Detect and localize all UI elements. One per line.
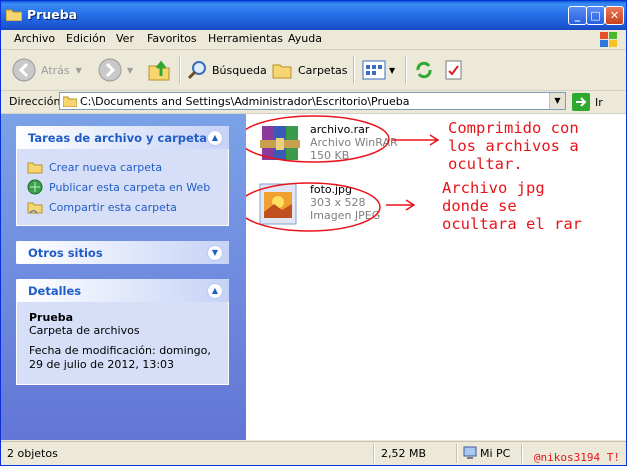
annotation-jpg: Archivo jpg donde se ocultara el rar <box>442 179 582 233</box>
watermark: @nikos3194 T! <box>533 451 620 464</box>
task-publish-web[interactable]: Publicar esta carpeta en Web <box>27 177 218 197</box>
menu-favoritos[interactable]: Favoritos <box>147 32 197 45</box>
file-list: archivo.rar Archivo WinRAR 150 KB foto.j… <box>246 114 626 440</box>
task-share-folder[interactable]: Compartir esta carpeta <box>27 197 218 217</box>
maximize-button[interactable]: □ <box>586 6 605 25</box>
details-panel: Detalles ▲ Prueba Carpeta de archivos Fe… <box>16 279 229 385</box>
folder-icon <box>63 96 77 107</box>
status-object-count: 2 objetos <box>7 447 58 460</box>
checklist-icon <box>445 60 462 80</box>
globe-icon <box>27 179 43 195</box>
explorer-window: Prueba _ □ ✕ Archivo Edición Ver Favorit… <box>0 0 627 466</box>
details-title: Detalles <box>28 284 82 298</box>
go-arrow-icon <box>572 93 590 111</box>
address-dropdown[interactable]: ▼ <box>549 93 565 109</box>
tasks-panel-body: Crear nueva carpeta Publicar esta carpet… <box>16 149 229 226</box>
menu-ver[interactable]: Ver <box>116 32 134 45</box>
windows-logo-icon <box>600 32 617 47</box>
sync-button[interactable] <box>413 56 435 84</box>
other-places-panel: Otros sitios ▼ <box>16 241 229 264</box>
details-body: Prueba Carpeta de archivos Fecha de modi… <box>16 302 229 385</box>
search-button[interactable]: Búsqueda <box>187 56 267 84</box>
task-pane: Tareas de archivo y carpeta ▲ Crear nuev… <box>1 114 246 440</box>
views-icon <box>362 60 386 80</box>
sync-icon <box>416 61 432 79</box>
share-folder-icon <box>27 202 43 214</box>
go-button[interactable]: Ir <box>572 93 603 111</box>
minimize-button[interactable]: _ <box>568 6 587 25</box>
toolbar: Atrás ▼ ▼ Búsqueda Carpetas ▼ <box>1 50 626 91</box>
up-folder-icon <box>148 60 170 81</box>
search-label: Búsqueda <box>212 63 267 77</box>
address-bar: Dirección C:\Documents and Settings\Admi… <box>1 91 626 114</box>
status-size: 2,52 MB <box>381 447 427 460</box>
up-folder-button[interactable] <box>147 56 171 84</box>
folder-icon <box>6 9 22 21</box>
details-type: Carpeta de archivos <box>29 324 140 337</box>
window-title: Prueba <box>27 7 78 22</box>
chevron-up-icon[interactable]: ▲ <box>207 130 223 146</box>
forward-button[interactable]: ▼ <box>97 56 133 84</box>
back-label: Atrás <box>41 63 70 77</box>
details-modified: Fecha de modificación: domingo, 29 de ju… <box>29 344 211 371</box>
details-header[interactable]: Detalles ▲ <box>16 279 229 302</box>
annotation-arrow-rar <box>392 134 440 146</box>
task-label: Compartir esta carpeta <box>49 200 177 214</box>
forward-arrow-icon <box>98 58 122 82</box>
details-name: Prueba <box>29 311 74 324</box>
task-label: Crear nueva carpeta <box>49 160 163 174</box>
task-label: Publicar esta carpeta en Web <box>49 180 211 194</box>
annotation-rar: Comprimido con los archivos a ocultar. <box>448 119 579 173</box>
task-new-folder[interactable]: Crear nueva carpeta <box>27 157 218 177</box>
address-input[interactable]: C:\Documents and Settings\Administrador\… <box>59 92 566 110</box>
chevron-up-icon[interactable]: ▲ <box>207 283 223 299</box>
tasks-panel-header[interactable]: Tareas de archivo y carpeta ▲ <box>16 126 229 149</box>
annotation-circle-jpg <box>246 182 381 232</box>
status-bar: 2 objetos 2,52 MB Mi PC <box>1 441 626 465</box>
other-places-header[interactable]: Otros sitios ▼ <box>16 241 229 264</box>
tasks-panel: Tareas de archivo y carpeta ▲ Crear nuev… <box>16 126 229 226</box>
status-location: Mi PC <box>480 447 511 460</box>
menu-archivo[interactable]: Archivo <box>14 32 55 45</box>
my-computer-icon <box>463 446 477 459</box>
close-button[interactable]: ✕ <box>605 6 624 25</box>
back-arrow-icon <box>12 58 36 82</box>
tasks-panel-title: Tareas de archivo y carpeta <box>28 131 208 145</box>
title-bar[interactable]: Prueba _ □ ✕ <box>1 1 626 30</box>
go-label: Ir <box>595 95 603 109</box>
folders-label: Carpetas <box>298 63 348 77</box>
checklist-button[interactable] <box>443 56 465 84</box>
views-button[interactable]: ▼ <box>362 56 395 84</box>
back-button[interactable]: Atrás ▼ <box>11 56 82 84</box>
annotation-arrow-jpg <box>386 199 416 211</box>
address-label: Dirección <box>9 95 61 108</box>
search-icon <box>187 61 206 80</box>
menu-edicion[interactable]: Edición <box>66 32 106 45</box>
menu-ayuda[interactable]: Ayuda <box>288 32 322 45</box>
folders-button[interactable]: Carpetas <box>271 56 347 84</box>
menu-bar: Archivo Edición Ver Favoritos Herramient… <box>1 30 626 50</box>
menu-herramientas[interactable]: Herramientas <box>208 32 283 45</box>
annotation-circle-rar <box>246 115 390 163</box>
other-places-title: Otros sitios <box>28 246 103 260</box>
folders-icon <box>272 64 292 79</box>
new-folder-icon <box>27 162 43 174</box>
chevron-down-icon[interactable]: ▼ <box>207 245 223 261</box>
address-path: C:\Documents and Settings\Administrador\… <box>80 95 410 108</box>
